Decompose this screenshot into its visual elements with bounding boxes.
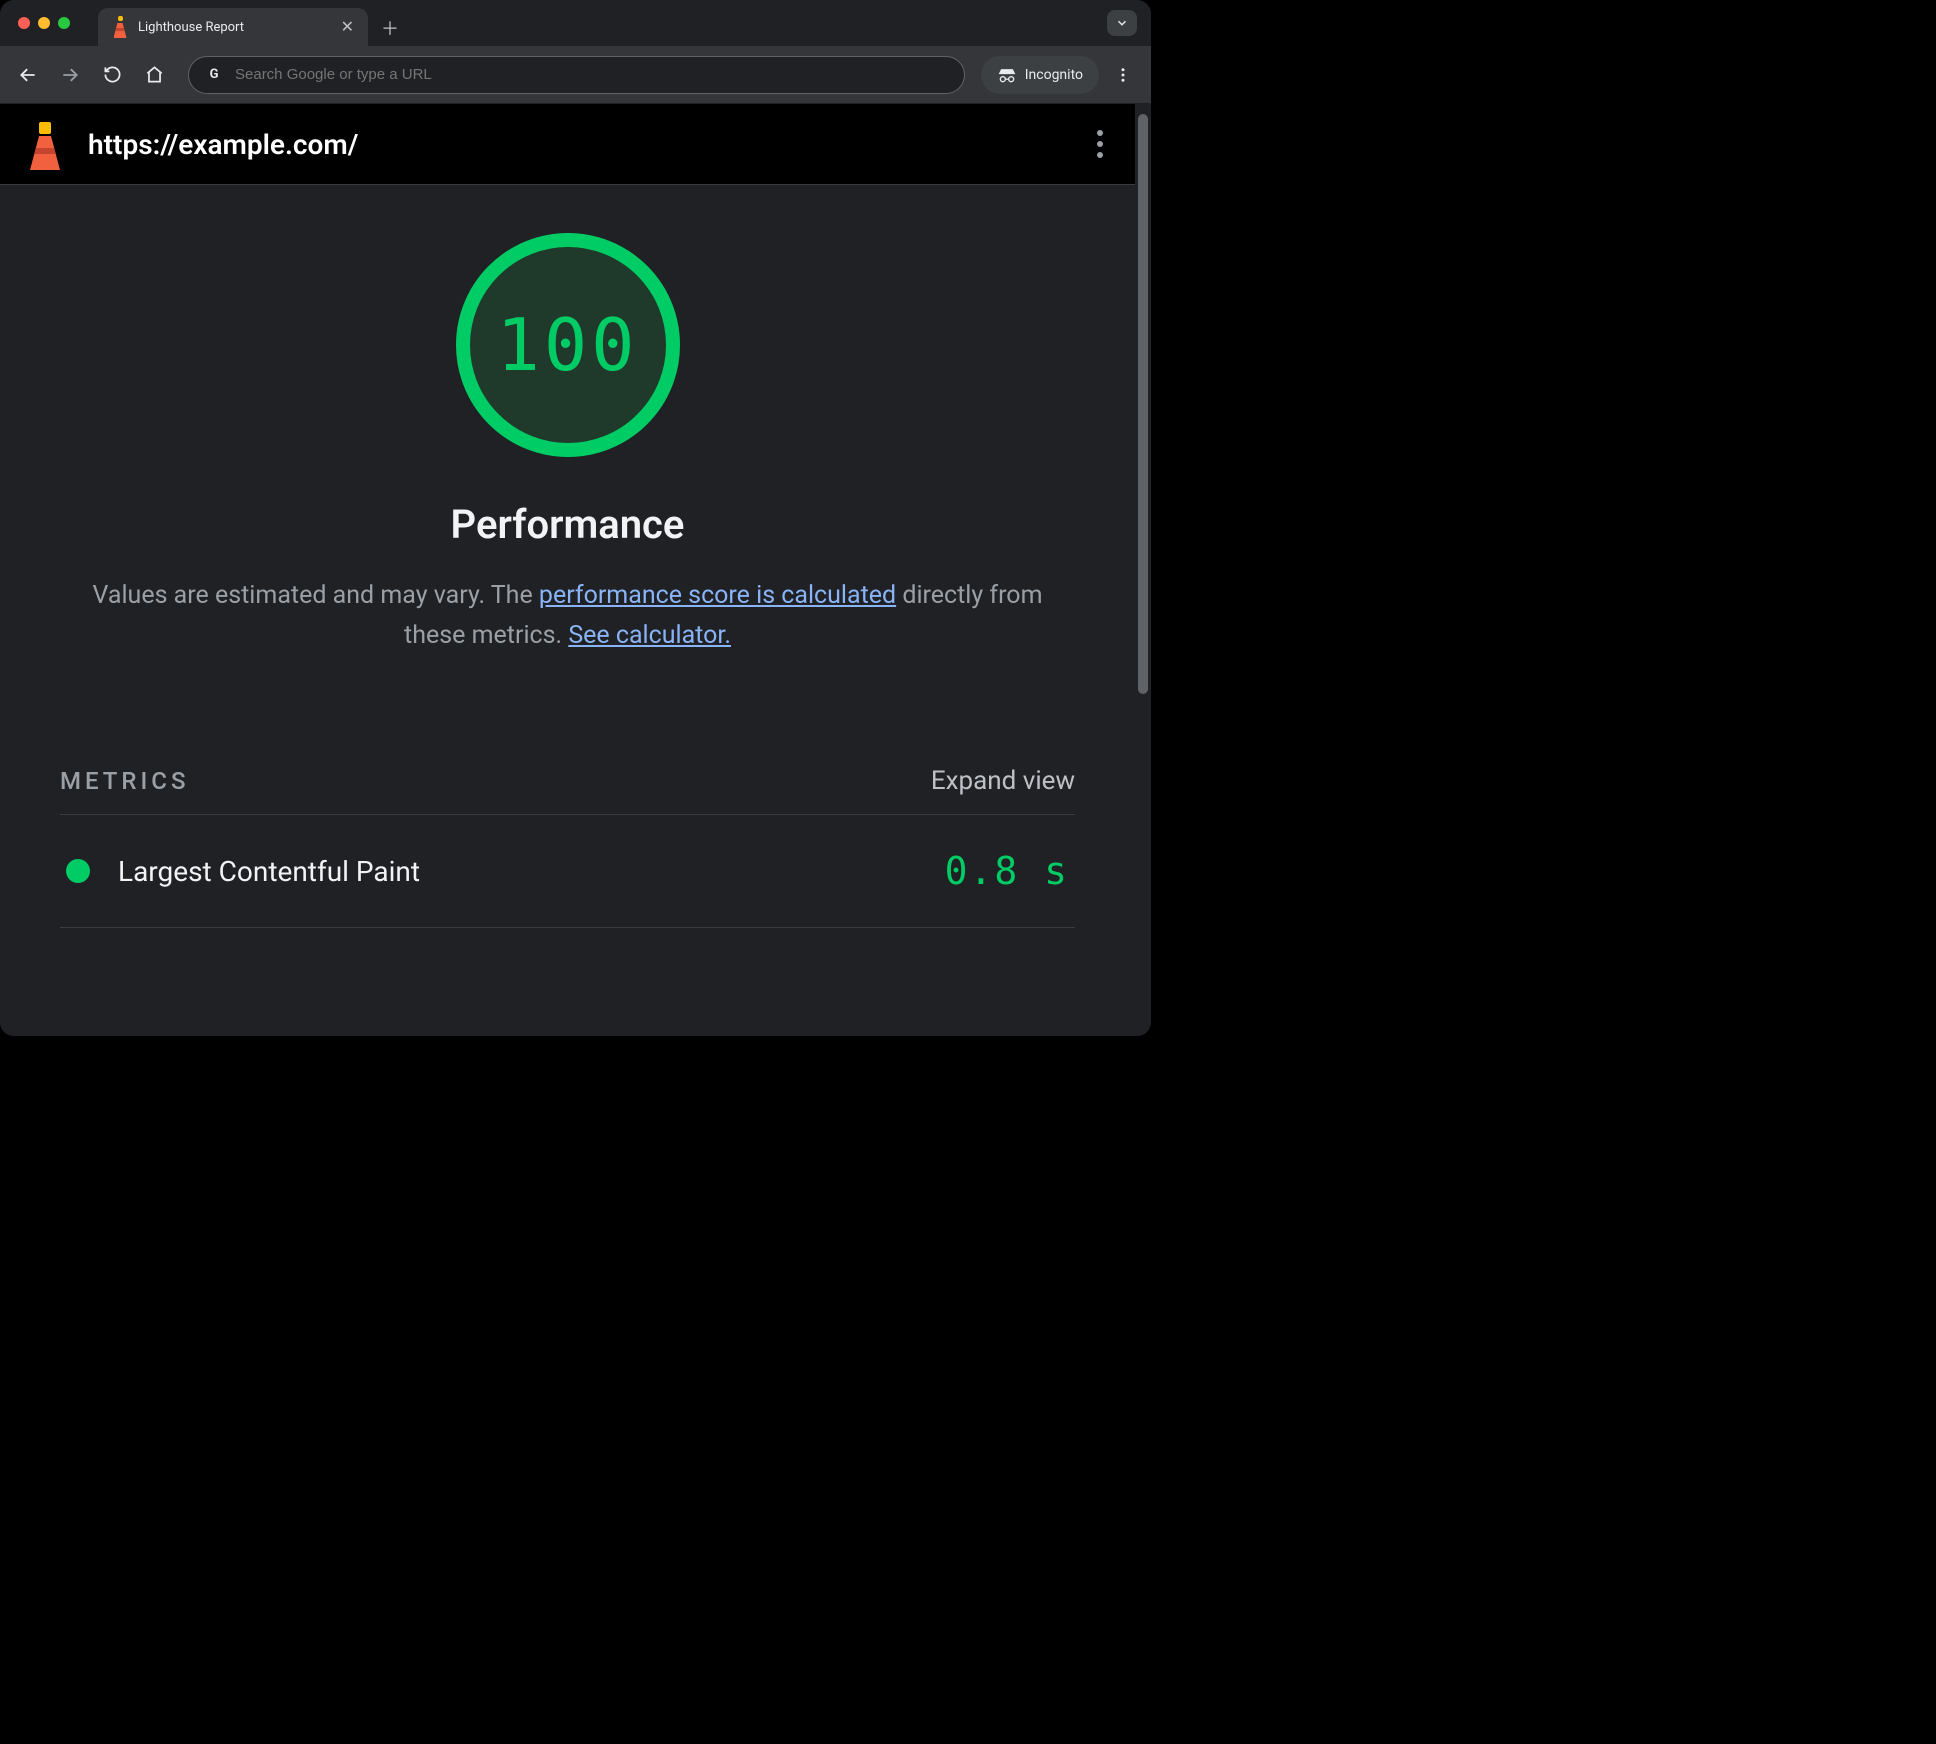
lighthouse-icon bbox=[26, 118, 64, 170]
viewport: https://example.com/ 100 Performance Val… bbox=[0, 104, 1151, 1036]
report-header: https://example.com/ bbox=[0, 104, 1135, 185]
new-tab-button[interactable]: ＋ bbox=[376, 14, 404, 42]
home-icon bbox=[145, 65, 164, 84]
metrics-heading: METRICS bbox=[60, 767, 190, 795]
scrollbar-thumb[interactable] bbox=[1138, 114, 1148, 694]
window-fullscreen-button[interactable] bbox=[58, 17, 70, 29]
metrics-section: METRICS Expand view Largest Contentful P… bbox=[60, 766, 1075, 928]
window-controls bbox=[18, 0, 70, 46]
score-disclaimer: Values are estimated and may vary. The p… bbox=[88, 576, 1048, 656]
lighthouse-icon bbox=[112, 16, 128, 38]
performance-score: 100 bbox=[496, 303, 638, 387]
title-bar: Lighthouse Report ✕ ＋ bbox=[0, 0, 1151, 46]
tab-title: Lighthouse Report bbox=[138, 20, 331, 35]
metric-name: Largest Contentful Paint bbox=[118, 855, 917, 888]
close-tab-button[interactable]: ✕ bbox=[341, 19, 354, 35]
report-menu-button[interactable] bbox=[1091, 124, 1109, 164]
reload-button[interactable] bbox=[94, 57, 130, 93]
arrow-left-icon bbox=[18, 65, 38, 85]
window-close-button[interactable] bbox=[18, 17, 30, 29]
expand-view-toggle[interactable]: Expand view bbox=[931, 766, 1075, 796]
back-button[interactable] bbox=[10, 57, 46, 93]
page-content: https://example.com/ 100 Performance Val… bbox=[0, 104, 1135, 1036]
forward-button[interactable] bbox=[52, 57, 88, 93]
address-bar[interactable]: G bbox=[188, 56, 965, 94]
disclaimer-text: Values are estimated and may vary. The bbox=[93, 581, 539, 610]
browser-tab[interactable]: Lighthouse Report ✕ bbox=[98, 8, 368, 46]
browser-window: Lighthouse Report ✕ ＋ G Incog bbox=[0, 0, 1151, 1036]
status-dot-icon bbox=[66, 859, 90, 883]
performance-section: 100 Performance Values are estimated and… bbox=[60, 233, 1075, 656]
incognito-icon bbox=[997, 67, 1017, 83]
score-gauge: 100 bbox=[456, 233, 680, 457]
chevron-down-icon bbox=[1115, 16, 1129, 30]
report-body: 100 Performance Values are estimated and… bbox=[0, 185, 1135, 968]
browser-menu-button[interactable] bbox=[1105, 57, 1141, 93]
metric-value: 0.8 s bbox=[945, 849, 1069, 893]
incognito-label: Incognito bbox=[1025, 67, 1083, 83]
browser-toolbar: G Incognito bbox=[0, 46, 1151, 104]
address-input[interactable] bbox=[235, 66, 948, 83]
scrollbar[interactable] bbox=[1135, 104, 1151, 1036]
metrics-header: METRICS Expand view bbox=[60, 766, 1075, 814]
reload-icon bbox=[103, 65, 122, 84]
score-calc-link[interactable]: performance score is calculated bbox=[539, 581, 896, 610]
tab-search-button[interactable] bbox=[1107, 10, 1137, 36]
metric-row[interactable]: Largest Contentful Paint 0.8 s bbox=[60, 814, 1075, 928]
category-title: Performance bbox=[451, 501, 685, 548]
google-icon: G bbox=[205, 66, 223, 84]
home-button[interactable] bbox=[136, 57, 172, 93]
report-url: https://example.com/ bbox=[88, 128, 1067, 161]
incognito-indicator[interactable]: Incognito bbox=[981, 56, 1099, 94]
dots-vertical-icon bbox=[1114, 66, 1132, 84]
see-calculator-link[interactable]: See calculator. bbox=[568, 621, 731, 650]
window-minimize-button[interactable] bbox=[38, 17, 50, 29]
arrow-right-icon bbox=[60, 65, 80, 85]
